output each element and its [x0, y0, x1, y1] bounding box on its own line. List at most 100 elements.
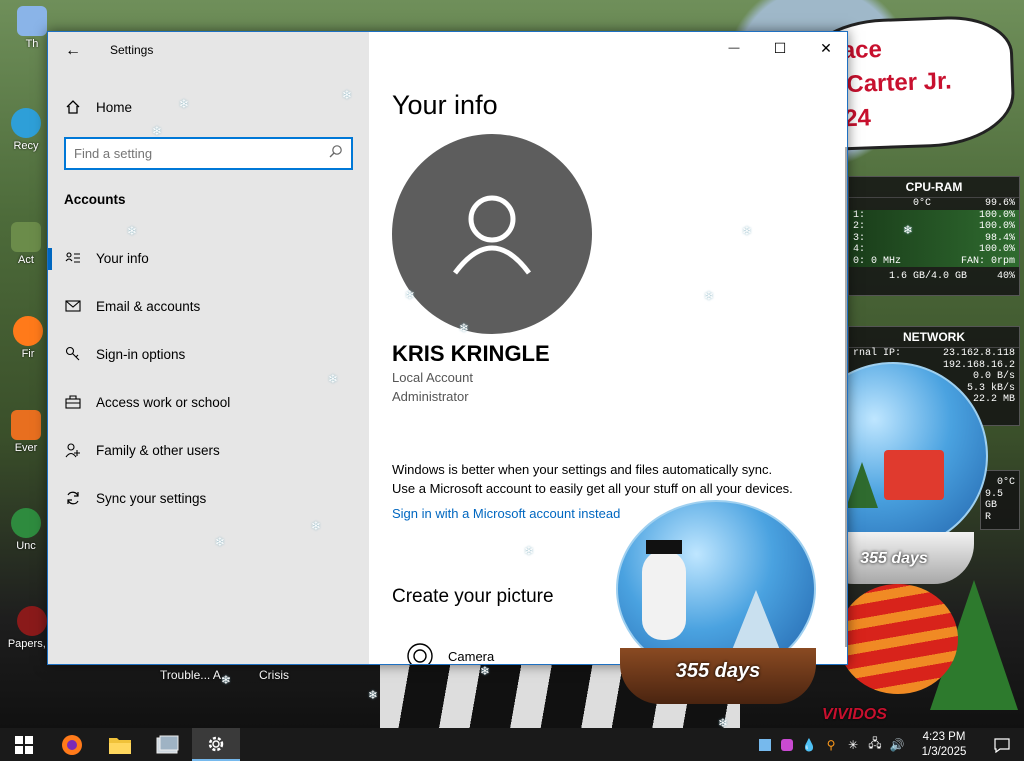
- taskbar-firefox[interactable]: [48, 728, 96, 761]
- window-title: Settings: [110, 43, 154, 57]
- folder-icon: [109, 737, 131, 754]
- snowflake-tray-icon[interactable]: ✳: [842, 734, 864, 756]
- maximize-icon: ☐: [773, 39, 787, 56]
- clock[interactable]: 4:23 PM 1/3/2025: [908, 730, 980, 760]
- minimize-icon: —: [728, 42, 740, 54]
- ext-ip: 23.162.8.118: [942, 348, 1015, 359]
- sidebar-item-sign-in[interactable]: Sign-in options: [48, 334, 369, 374]
- person-card-icon: [64, 249, 82, 267]
- volume-icon[interactable]: 🔊: [886, 734, 908, 756]
- core-value: 98.4%: [984, 232, 1015, 244]
- content-scrollbar[interactable]: [845, 147, 847, 647]
- sign-in-microsoft-link[interactable]: Sign in with a Microsoft account instead: [392, 506, 620, 521]
- cpu-core-row: 2: 100.0%: [849, 221, 1019, 233]
- windows-logo-icon: [15, 735, 33, 754]
- desktop-icon[interactable]: Act: [6, 222, 46, 266]
- sync-icon: [64, 489, 82, 507]
- tree-icon: [732, 590, 780, 650]
- search-icon[interactable]: [329, 144, 343, 163]
- cpu-core-row: 1: 100.0%: [849, 210, 1019, 222]
- desktop-icon-firefox[interactable]: Fir: [8, 316, 48, 360]
- key-icon: [64, 345, 82, 363]
- start-button[interactable]: [0, 728, 48, 761]
- gadget-title: NETWORK: [849, 327, 1019, 348]
- core-label: 2:: [853, 221, 866, 232]
- desktop-icon-label: Ever: [14, 442, 38, 454]
- sidebar-item-label: Sign-in options: [96, 346, 186, 362]
- cpu-total: 99.6%: [984, 198, 1015, 209]
- nav-home-label: Home: [96, 99, 133, 115]
- sidebar-item-your-info[interactable]: Your info: [48, 238, 369, 278]
- desktop-icon[interactable]: Ever: [6, 410, 46, 454]
- desktop-icon[interactable]: Th: [12, 6, 52, 50]
- back-button[interactable]: ←: [62, 40, 84, 62]
- app-icon: [11, 508, 41, 538]
- drive-temp: 0°C: [996, 477, 1015, 488]
- search-tray-icon[interactable]: ⚲: [820, 734, 842, 756]
- sidebar-item-label: Family & other users: [96, 442, 220, 458]
- taskbar-settings[interactable]: [192, 728, 240, 761]
- network-icon[interactable]: 🖧: [864, 734, 886, 756]
- desktop-icon-label: Act: [18, 254, 34, 266]
- camera-icon: [402, 638, 438, 664]
- tray-app-icon[interactable]: [776, 734, 798, 756]
- core-value: 100.0%: [978, 221, 1015, 232]
- sync-promo-text: Use a Microsoft account to easily get al…: [392, 481, 793, 496]
- core-label: 4:: [853, 244, 866, 255]
- sidebar-item-email[interactable]: Email & accounts: [48, 286, 369, 326]
- close-icon: ✕: [820, 39, 832, 56]
- firefox-icon: [62, 734, 82, 755]
- ext-ip-label: rnal IP:: [853, 348, 902, 359]
- sidebar-item-label: Sync your settings: [96, 490, 207, 506]
- sidebar-item-sync[interactable]: Sync your settings: [48, 478, 369, 518]
- sidebar-item-family[interactable]: Family & other users: [48, 430, 369, 470]
- taskbar-app[interactable]: [144, 728, 192, 761]
- cpu-temp: 0°C: [913, 198, 932, 209]
- sidebar-item-label: Access work or school: [96, 394, 231, 410]
- desktop-icon-label: Th: [25, 38, 39, 50]
- cpu-fan: FAN: 0rpm: [960, 255, 1015, 267]
- snow-globe-widget[interactable]: 355 days: [612, 500, 818, 705]
- maximize-button[interactable]: ☐: [757, 32, 803, 64]
- recycle-bin-icon: [11, 108, 41, 138]
- search-input[interactable]: [74, 146, 329, 161]
- water-drop-icon[interactable]: 💧: [798, 734, 820, 756]
- top-hat-icon: [646, 540, 682, 554]
- desktop-icon-label: Fir: [21, 348, 35, 360]
- app-icon: [11, 222, 41, 252]
- core-label: 1:: [853, 209, 866, 221]
- desktop-icon-recycle-bin[interactable]: Recy: [6, 108, 46, 152]
- cpu-ram-gadget[interactable]: CPU-RAM 0°C 99.6% 1: 100.0% 2: 100.0% 3: 98…: [848, 176, 1020, 296]
- wallpaper-watermark: VIVIDOS: [822, 706, 887, 723]
- close-button[interactable]: ✕: [803, 32, 847, 64]
- minimize-button[interactable]: —: [711, 32, 757, 64]
- action-center-icon[interactable]: [980, 734, 1024, 756]
- avatar[interactable]: [392, 134, 592, 334]
- search-box[interactable]: [64, 137, 353, 170]
- desktop-icon[interactable]: Unc: [6, 508, 46, 552]
- camera-option[interactable]: Camera: [392, 638, 494, 664]
- candy-decoration: [838, 584, 958, 694]
- desktop-icon-label[interactable]: Trouble... A...: [160, 668, 231, 682]
- image-viewer-icon: [156, 735, 179, 753]
- account-role: Administrator: [392, 389, 469, 404]
- desktop-icon-label[interactable]: Crisis: [259, 668, 289, 682]
- home-icon: [64, 98, 82, 116]
- settings-sidebar: ← Settings Home Accounts Your info E: [48, 32, 369, 664]
- nav-home[interactable]: Home: [48, 87, 369, 127]
- taskbar-file-explorer[interactable]: [96, 728, 144, 761]
- desktop-icon-label: Unc: [16, 540, 36, 552]
- desktop-icon-label: Recy: [13, 140, 39, 152]
- tree-icon: [846, 462, 878, 508]
- briefcase-icon: [64, 393, 82, 411]
- app-icon: [17, 606, 47, 636]
- snowman-icon: [642, 550, 686, 640]
- tray-app-icon[interactable]: [754, 734, 776, 756]
- gift-boxes-icon: [884, 450, 944, 500]
- sync-promo-text: Windows is better when your settings and…: [392, 462, 773, 477]
- firefox-icon: [13, 316, 43, 346]
- sidebar-item-work-school[interactable]: Access work or school: [48, 382, 369, 422]
- system-tray: 💧 ⚲ ✳ 🖧 🔊 4:23 PM 1/3/2025: [754, 728, 1024, 761]
- cpu-freq-row: 0: 0 MHz FAN: 0rpm: [849, 256, 1019, 268]
- app-icon: [11, 410, 41, 440]
